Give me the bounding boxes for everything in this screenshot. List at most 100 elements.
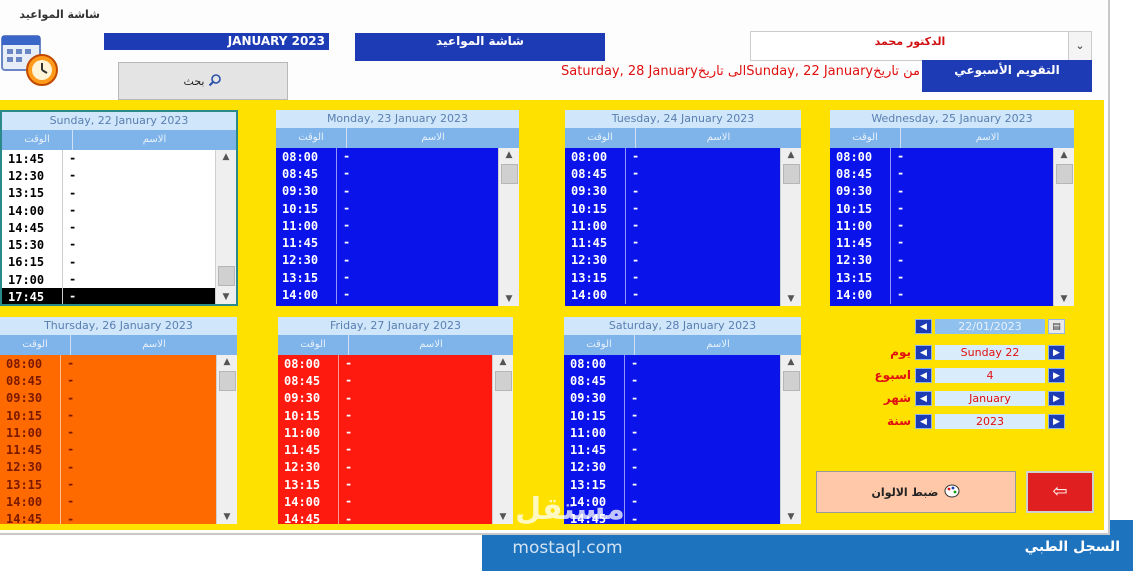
scrollbar[interactable]: ▲ ▼	[1053, 148, 1074, 306]
next-week-icon[interactable]: ▶	[1048, 367, 1065, 383]
appointment-row[interactable]: 11:45 -	[0, 441, 217, 459]
appointment-row[interactable]: 11:45 -	[564, 441, 781, 459]
appointment-row[interactable]: 13:15 -	[278, 476, 493, 494]
next-year-icon[interactable]: ▶	[1048, 413, 1065, 429]
calendar-dropdown-icon[interactable]: ▤	[1048, 318, 1065, 334]
appointment-row[interactable]: 17:00 -	[2, 271, 216, 289]
appointment-row[interactable]: 11:00 -	[564, 424, 781, 442]
scroll-down-icon[interactable]: ▼	[216, 290, 236, 304]
appointment-row[interactable]: 13:15 -	[564, 476, 781, 494]
scroll-up-icon[interactable]: ▲	[781, 355, 801, 369]
scroll-down-icon[interactable]: ▼	[781, 510, 801, 524]
scroll-thumb[interactable]	[219, 371, 236, 391]
appointment-row[interactable]: 08:00 -	[565, 148, 781, 166]
scrollbar[interactable]: ▲ ▼	[498, 148, 519, 306]
scroll-down-icon[interactable]: ▼	[499, 292, 519, 306]
appointment-row[interactable]: 09:30 -	[278, 389, 493, 407]
scroll-down-icon[interactable]: ▼	[1054, 292, 1074, 306]
appointment-row[interactable]: 11:45 -	[830, 234, 1054, 252]
appointment-list[interactable]: 08:00-08:45-09:30-10:15-11:00-11:45-12:3…	[565, 148, 801, 306]
appointment-row[interactable]: 08:00 -	[830, 148, 1054, 166]
appointment-row[interactable]: 08:00 -	[278, 355, 493, 373]
appointment-row[interactable]: 14:00 -	[830, 286, 1054, 304]
appointment-row[interactable]: 13:15 -	[2, 184, 216, 202]
prev-date-icon[interactable]: ◀	[915, 318, 932, 334]
scroll-down-icon[interactable]: ▼	[217, 510, 237, 524]
next-month-icon[interactable]: ▶	[1048, 390, 1065, 406]
appointment-row[interactable]: 08:45 -	[564, 372, 781, 390]
appointment-row[interactable]: 08:00 -	[0, 355, 217, 373]
scroll-thumb[interactable]	[783, 371, 800, 391]
appointment-row[interactable]: 08:45 -	[565, 165, 781, 183]
appointment-row[interactable]: 08:45 -	[276, 165, 499, 183]
appointment-list[interactable]: 08:00-08:45-09:30-10:15-11:00-11:45-12:3…	[0, 355, 237, 524]
appointment-row[interactable]: 08:45 -	[830, 165, 1054, 183]
prev-week-icon[interactable]: ◀	[915, 367, 932, 383]
appointment-row[interactable]: 17:45 -	[2, 288, 216, 304]
scroll-thumb[interactable]	[218, 266, 235, 286]
appointment-row[interactable]: 11:00 -	[0, 424, 217, 442]
appointment-row[interactable]: 12:30 -	[2, 167, 216, 185]
appointment-row[interactable]: 12:30 -	[278, 458, 493, 477]
scrollbar[interactable]: ▲ ▼	[215, 150, 236, 304]
scrollbar[interactable]: ▲ ▼	[780, 355, 801, 524]
appointment-row[interactable]: 11:45 -	[278, 441, 493, 459]
appointment-row[interactable]: 10:15 -	[0, 406, 217, 425]
appointment-row[interactable]: 13:15 -	[0, 476, 217, 494]
appointment-row[interactable]: 14:00 -	[2, 201, 216, 220]
appointment-row[interactable]: 10:15 -	[565, 199, 781, 218]
appointment-row[interactable]: 11:45 -	[565, 234, 781, 252]
scroll-thumb[interactable]	[495, 371, 512, 391]
appointment-row[interactable]: 09:30 -	[276, 182, 499, 200]
appointment-row[interactable]: 13:15 -	[276, 269, 499, 287]
appointment-row[interactable]: 12:30 -	[830, 251, 1054, 270]
scroll-up-icon[interactable]: ▲	[1054, 148, 1074, 162]
weekly-calendar-button[interactable]: التقويم الأسبوعي	[922, 60, 1092, 92]
scrollbar[interactable]: ▲ ▼	[780, 148, 801, 306]
appointment-list[interactable]: 08:00-08:45-09:30-10:15-11:00-11:45-12:3…	[276, 148, 519, 306]
scroll-up-icon[interactable]: ▲	[493, 355, 513, 369]
appointment-row[interactable]: 12:30 -	[276, 251, 499, 270]
prev-year-icon[interactable]: ◀	[915, 413, 932, 429]
appointment-row[interactable]: 11:45 -	[2, 150, 216, 168]
appointment-row[interactable]: 12:30 -	[565, 251, 781, 270]
appointment-row[interactable]: 12:30 -	[564, 458, 781, 477]
appointment-row[interactable]: 10:15 -	[278, 406, 493, 425]
appointment-list[interactable]: 11:45-12:30-13:15-14:00-14:45-15:30-16:1…	[2, 150, 236, 304]
appointment-row[interactable]: 11:00 -	[830, 217, 1054, 235]
appointment-row[interactable]: 13:15 -	[565, 269, 781, 287]
appointment-row[interactable]: 11:45 -	[276, 234, 499, 252]
color-settings-button[interactable]: ضبط الالوان	[816, 471, 1016, 513]
scroll-up-icon[interactable]: ▲	[499, 148, 519, 162]
scroll-up-icon[interactable]: ▲	[216, 150, 236, 164]
scroll-thumb[interactable]	[783, 164, 800, 184]
appointment-row[interactable]: 09:30 -	[0, 389, 217, 407]
scroll-down-icon[interactable]: ▼	[781, 292, 801, 306]
appointment-row[interactable]: 10:15 -	[830, 199, 1054, 218]
appointment-row[interactable]: 08:45 -	[0, 372, 217, 390]
appointment-row[interactable]: 11:00 -	[565, 217, 781, 235]
appointment-list[interactable]: 08:00-08:45-09:30-10:15-11:00-11:45-12:3…	[278, 355, 513, 524]
date-value[interactable]: 22/01/2023	[935, 318, 1045, 334]
doctor-select[interactable]: الدكتور محمد ⌄	[750, 31, 1092, 61]
prev-month-icon[interactable]: ◀	[915, 390, 932, 406]
appointment-row[interactable]: 14:45 -	[0, 510, 217, 524]
appointment-row[interactable]: 10:15 -	[564, 406, 781, 425]
scrollbar[interactable]: ▲ ▼	[216, 355, 237, 524]
appointment-row[interactable]: 10:15 -	[276, 199, 499, 218]
scroll-thumb[interactable]	[501, 164, 518, 184]
appointment-row[interactable]: 09:30 -	[565, 182, 781, 200]
medical-record-menu-item[interactable]: السجل الطبي	[900, 532, 1120, 562]
chevron-down-icon[interactable]: ⌄	[1068, 32, 1091, 60]
appointment-row[interactable]: 08:45 -	[278, 372, 493, 390]
scroll-thumb[interactable]	[1056, 164, 1073, 184]
appointment-list[interactable]: 08:00-08:45-09:30-10:15-11:00-11:45-12:3…	[830, 148, 1074, 306]
appointment-row[interactable]: 13:15 -	[830, 269, 1054, 287]
appointment-row[interactable]: 08:00 -	[564, 355, 781, 373]
appointment-row[interactable]: 14:00 -	[276, 286, 499, 304]
appointment-row[interactable]: 08:00 -	[276, 148, 499, 166]
scroll-up-icon[interactable]: ▲	[217, 355, 237, 369]
appointment-row[interactable]: 16:15 -	[2, 253, 216, 272]
appointment-row[interactable]: 11:00 -	[276, 217, 499, 235]
appointment-row[interactable]: 09:30 -	[564, 389, 781, 407]
